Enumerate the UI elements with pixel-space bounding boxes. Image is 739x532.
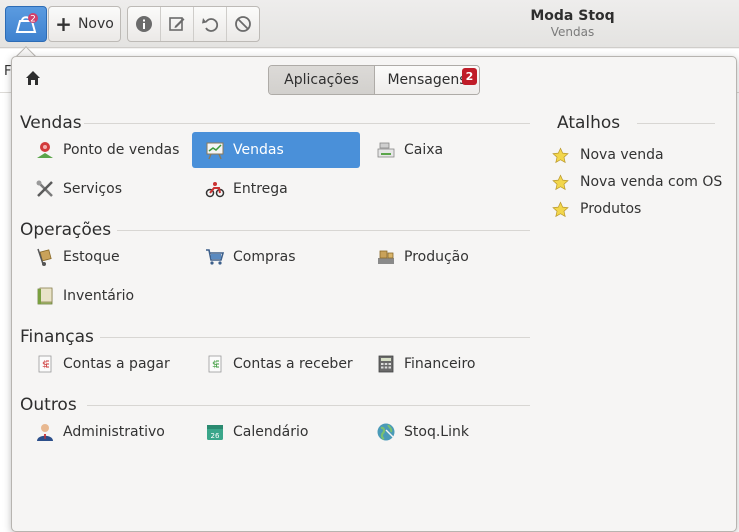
home-icon[interactable] [25, 70, 41, 86]
app-compras[interactable]: Compras [192, 239, 360, 275]
new-button[interactable]: + Novo [48, 6, 121, 42]
shortcut-nova-venda[interactable]: Nova venda [552, 143, 664, 167]
tab-messages[interactable]: Mensagens 2 [375, 66, 479, 94]
inventory-icon [37, 287, 53, 305]
star-icon [552, 146, 569, 163]
section-divider [87, 405, 530, 406]
view-switcher: Aplicações Mensagens 2 [268, 65, 480, 95]
shortcut-label: Produtos [580, 201, 642, 217]
app-estoque[interactable]: Estoque [22, 239, 190, 275]
info-button[interactable] [128, 7, 161, 41]
applications-popover: Aplicações Mensagens 2 Vendas Ponto de v… [11, 56, 737, 532]
section-divider [84, 123, 530, 124]
tools-icon [36, 180, 53, 197]
cash-register-icon [377, 142, 395, 158]
shortcuts-title: Atalhos [557, 113, 621, 133]
app-label: Caixa [404, 142, 444, 158]
app-label: Stoq.Link [404, 424, 469, 440]
section-divider [100, 337, 530, 338]
undo-button[interactable] [194, 7, 227, 41]
shortcut-label: Nova venda [580, 147, 664, 163]
globe-icon [377, 423, 395, 441]
messages-badge: 2 [462, 68, 477, 85]
cancel-button[interactable] [227, 7, 259, 41]
calculator-icon [378, 355, 394, 373]
edit-button[interactable] [161, 7, 194, 41]
app-label: Entrega [233, 181, 288, 197]
app-inventario[interactable]: Inventário [22, 278, 190, 314]
motorcycle-icon [205, 182, 225, 198]
app-label: Contas a pagar [63, 356, 170, 372]
shortcut-label: Nova venda com OS [580, 174, 723, 190]
section-divider [637, 123, 715, 124]
app-caixa[interactable]: Caixa [363, 132, 531, 168]
app-financeiro[interactable]: Financeiro [363, 346, 531, 382]
star-icon [552, 173, 569, 190]
hand-truck-icon [37, 248, 52, 266]
app-label: Administrativo [63, 424, 165, 440]
pos-icon [37, 142, 53, 158]
section-title-vendas: Vendas [20, 113, 82, 133]
app-label: Ponto de vendas [63, 142, 180, 158]
app-label: Vendas [233, 142, 284, 158]
app-contas-a-pagar[interactable]: $ Contas a pagar [22, 346, 190, 382]
undo-icon [202, 18, 219, 32]
app-producao[interactable]: Produção [363, 239, 531, 275]
info-icon [136, 16, 152, 32]
star-icon [552, 200, 569, 217]
production-icon [378, 250, 394, 264]
app-label: Inventário [63, 288, 135, 304]
section-title-outros: Outros [20, 395, 77, 415]
shortcut-produtos[interactable]: Produtos [552, 197, 641, 221]
app-label: Compras [233, 249, 296, 265]
app-label: Contas a receber [233, 356, 353, 372]
tab-applications[interactable]: Aplicações [269, 66, 375, 94]
calendar-day: 26 [211, 432, 220, 440]
plus-icon: + [55, 12, 72, 36]
app-stoq-link[interactable]: Stoq.Link [363, 414, 531, 450]
cart-icon [206, 249, 225, 265]
shopping-bag-icon: 2 [15, 13, 38, 33]
app-entrega[interactable]: Entrega [192, 171, 360, 207]
edit-icon [169, 17, 185, 31]
header-bar: 2 + Novo Moda Stoq Vendas [0, 0, 739, 48]
new-button-label: Novo [77, 16, 114, 32]
app-label: Financeiro [404, 356, 476, 372]
app-vendas[interactable]: Vendas [192, 132, 360, 168]
window-title: Moda Stoq [530, 8, 615, 24]
app-ponto-de-vendas[interactable]: Ponto de vendas [22, 132, 190, 168]
admin-user-icon [37, 424, 53, 441]
section-divider [117, 230, 530, 231]
app-menu-button[interactable]: 2 [5, 6, 47, 42]
app-calendario[interactable]: 26 Calendário [192, 414, 360, 450]
app-servicos[interactable]: Serviços [22, 171, 190, 207]
app-label: Serviços [63, 181, 122, 197]
section-title-operacoes: Operações [20, 220, 112, 240]
payable-icon: $ [38, 355, 52, 373]
receivable-icon: $ [208, 355, 222, 373]
window-subtitle: Vendas [550, 25, 595, 39]
app-badge-count: 2 [30, 15, 36, 25]
app-label: Calendário [233, 424, 309, 440]
app-label: Estoque [63, 249, 120, 265]
app-label: Produção [404, 249, 469, 265]
sales-chart-icon [206, 142, 224, 160]
toolbar-button-group [127, 6, 260, 42]
cancel-icon [235, 16, 251, 32]
calendar-icon: 26 [207, 425, 223, 440]
app-administrativo[interactable]: Administrativo [22, 414, 190, 450]
tab-messages-label: Mensagens [387, 72, 467, 88]
section-title-financas: Finanças [20, 327, 94, 347]
window-title-box: Moda Stoq Vendas [480, 8, 665, 39]
shortcut-nova-venda-com-os[interactable]: Nova venda com OS [552, 170, 722, 194]
app-contas-a-receber[interactable]: $ Contas a receber [192, 346, 360, 382]
